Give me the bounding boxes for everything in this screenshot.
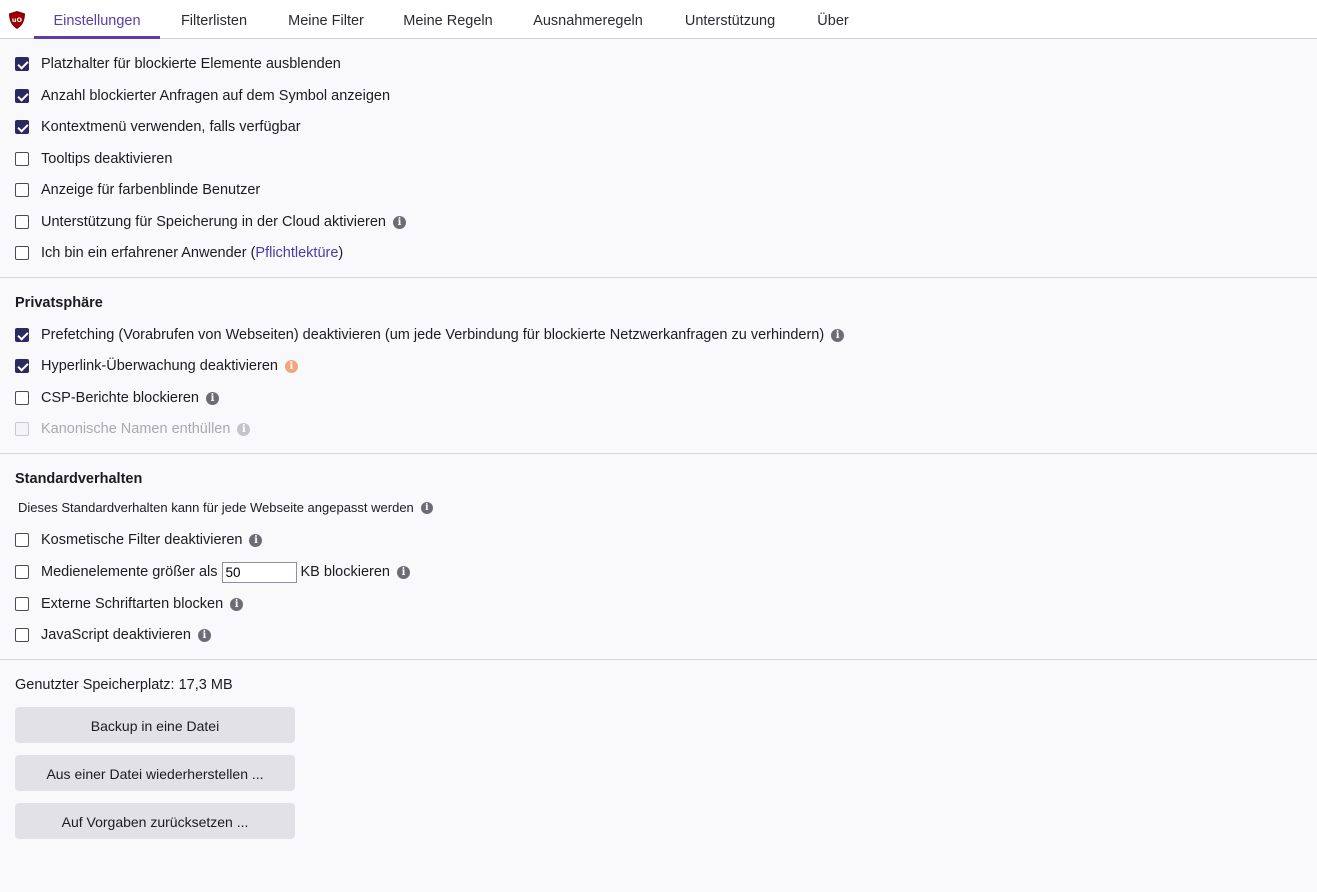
checkbox[interactable] xyxy=(15,89,29,103)
info-icon[interactable]: i xyxy=(230,597,244,611)
info-icon[interactable]: i xyxy=(396,565,410,579)
svg-text:uO: uO xyxy=(12,16,23,24)
checkbox[interactable] xyxy=(15,328,29,342)
required-reading-link[interactable]: Pflichtlektüre xyxy=(255,245,338,261)
option-label: Kontextmenü verwenden, falls verfügbar xyxy=(41,119,301,135)
section-note: Dieses Standardverhalten kann für jede W… xyxy=(18,500,433,515)
info-warning-icon[interactable]: i xyxy=(284,359,298,373)
info-icon[interactable]: i xyxy=(249,533,263,547)
checkbox[interactable] xyxy=(15,246,29,260)
checkbox[interactable] xyxy=(15,391,29,405)
tab-bar: uO Einstellungen Filterlisten Meine Filt… xyxy=(0,0,1317,39)
checkbox[interactable] xyxy=(15,215,29,229)
option-label: Ich bin ein erfahrener Anwender ( xyxy=(41,245,256,261)
storage-used-label: Genutzter Speicherplatz: 17,3 MB xyxy=(15,677,233,693)
checkbox[interactable] xyxy=(15,57,29,71)
option-no-large-media[interactable]: Medienelemente größer als KB blockieren … xyxy=(15,561,410,583)
option-label: Unterstützung für Speicherung in der Clo… xyxy=(41,214,386,230)
tab-filterlisten[interactable]: Filterlisten xyxy=(168,0,260,38)
note-text: Dieses Standardverhalten kann für jede W… xyxy=(18,500,414,515)
checkbox[interactable] xyxy=(15,628,29,642)
info-icon[interactable]: i xyxy=(237,422,251,436)
option-no-scripting[interactable]: JavaScript deaktivieren i xyxy=(15,625,211,645)
checkbox[interactable] xyxy=(15,533,29,547)
checkbox[interactable] xyxy=(15,120,29,134)
tab-unterstuetzung[interactable]: Unterstützung xyxy=(671,0,789,38)
checkbox[interactable] xyxy=(15,359,29,373)
tab-einstellungen[interactable]: Einstellungen xyxy=(34,0,160,39)
option-label: Anzahl blockierter Anfragen auf dem Symb… xyxy=(41,88,391,104)
info-icon[interactable]: i xyxy=(420,501,433,514)
checkbox[interactable] xyxy=(15,597,29,611)
tab-meine-filter[interactable]: Meine Filter xyxy=(276,0,376,38)
info-icon[interactable]: i xyxy=(392,215,406,229)
option-hyperlink-auditing[interactable]: Hyperlink-Überwachung deaktivieren i xyxy=(15,356,298,376)
option-badge-count[interactable]: Anzahl blockierter Anfragen auf dem Symb… xyxy=(15,86,390,106)
reset-button[interactable]: Auf Vorgaben zurücksetzen ... xyxy=(15,803,295,839)
option-context-menu[interactable]: Kontextmenü verwenden, falls verfügbar xyxy=(15,117,301,137)
option-label-suffix: KB blockieren xyxy=(300,564,390,580)
option-uncloak-cname: Kanonische Namen enthüllen i xyxy=(15,419,251,439)
info-icon[interactable]: i xyxy=(197,628,211,642)
option-label: Medienelemente größer als xyxy=(41,564,218,580)
option-block-csp-reports[interactable]: CSP-Berichte blockieren i xyxy=(15,388,219,408)
option-label-suffix: ) xyxy=(338,245,344,261)
option-no-cosmetic-filtering[interactable]: Kosmetische Filter deaktivieren i xyxy=(15,530,263,550)
option-hide-placeholders[interactable]: Platzhalter für blockierte Elemente ausb… xyxy=(15,54,341,74)
privacy-section: Privatsphäre Prefetching (Vorabrufen von… xyxy=(0,278,1317,454)
ublock-logo-icon: uO xyxy=(9,11,25,29)
option-label: Tooltips deaktivieren xyxy=(41,151,173,167)
section-title: Standardverhalten xyxy=(15,471,143,487)
default-behavior-section: Standardverhalten Dieses Standardverhalt… xyxy=(0,454,1317,660)
restore-button[interactable]: Aus einer Datei wiederherstellen ... xyxy=(15,755,295,791)
media-size-input[interactable] xyxy=(221,561,297,583)
tab-ausnahmeregeln[interactable]: Ausnahmeregeln xyxy=(521,0,655,38)
option-label: Externe Schriftarten blocken xyxy=(41,596,224,612)
backup-button[interactable]: Backup in eine Datei xyxy=(15,707,295,743)
tab-meine-regeln[interactable]: Meine Regeln xyxy=(393,0,503,38)
option-label: Platzhalter für blockierte Elemente ausb… xyxy=(41,56,341,72)
tab-ueber[interactable]: Über xyxy=(806,0,860,38)
option-label: Hyperlink-Überwachung deaktivieren xyxy=(41,358,278,374)
info-icon[interactable]: i xyxy=(831,328,845,342)
checkbox[interactable] xyxy=(15,565,29,579)
option-no-remote-fonts[interactable]: Externe Schriftarten blocken i xyxy=(15,594,244,614)
option-cloud-storage[interactable]: Unterstützung für Speicherung in der Clo… xyxy=(15,212,406,232)
section-title: Privatsphäre xyxy=(15,295,103,311)
checkbox[interactable] xyxy=(15,152,29,166)
option-color-blind[interactable]: Anzeige für farbenblinde Benutzer xyxy=(15,180,260,200)
checkbox xyxy=(15,422,29,436)
info-icon[interactable]: i xyxy=(205,391,219,405)
option-disable-prefetching[interactable]: Prefetching (Vorabrufen von Webseiten) d… xyxy=(15,325,845,345)
option-label: Prefetching (Vorabrufen von Webseiten) d… xyxy=(41,327,825,343)
appearance-section: Platzhalter für blockierte Elemente ausb… xyxy=(0,39,1317,278)
checkbox[interactable] xyxy=(15,183,29,197)
option-label: Kosmetische Filter deaktivieren xyxy=(41,532,243,548)
option-label: CSP-Berichte blockieren xyxy=(41,390,199,406)
option-label: JavaScript deaktivieren xyxy=(41,627,191,643)
option-advanced-user[interactable]: Ich bin ein erfahrener Anwender (Pflicht… xyxy=(15,243,343,263)
option-label: Kanonische Namen enthüllen xyxy=(41,421,231,437)
option-label: Anzeige für farbenblinde Benutzer xyxy=(41,182,261,198)
option-disable-tooltips[interactable]: Tooltips deaktivieren xyxy=(15,149,172,169)
